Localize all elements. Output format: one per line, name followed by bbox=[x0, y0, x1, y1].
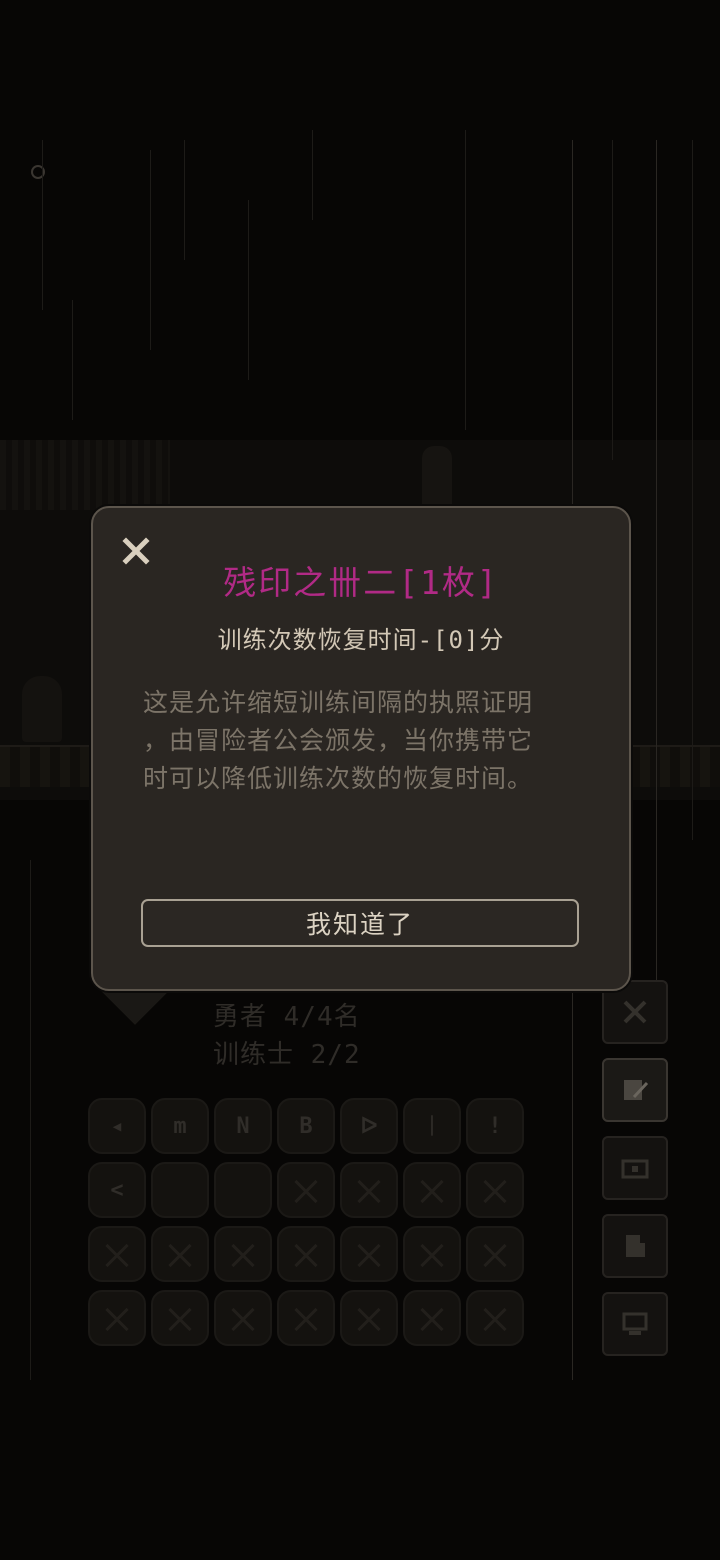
locked-slot bbox=[403, 1226, 461, 1282]
locked-slot bbox=[277, 1290, 335, 1346]
locked-slot bbox=[88, 1226, 146, 1282]
game-screen: 勇者 4/4名 训练士 2/2 ◂ m N B ᐅ ᛁ ! < 残印之卌二[1枚… bbox=[0, 0, 720, 1560]
locked-slot bbox=[277, 1226, 335, 1282]
description-line: 时可以降低训练次数的恢复时间。 bbox=[143, 764, 534, 793]
locked-slot bbox=[466, 1290, 524, 1346]
rain-streak bbox=[150, 150, 151, 350]
description-line: 这是允许缩短训练间隔的执照证明 bbox=[143, 688, 534, 717]
scene-roof bbox=[0, 440, 170, 510]
locked-slot bbox=[88, 1290, 146, 1346]
scene-statue bbox=[422, 446, 452, 510]
training-button[interactable] bbox=[602, 1058, 668, 1122]
records-button[interactable] bbox=[602, 1214, 668, 1278]
rain-streak bbox=[612, 140, 613, 460]
locked-slot bbox=[340, 1290, 398, 1346]
skill-slot[interactable]: N bbox=[214, 1098, 272, 1154]
skill-slot[interactable]: ᐅ bbox=[340, 1098, 398, 1154]
locked-slot bbox=[214, 1290, 272, 1346]
skill-grid: ◂ m N B ᐅ ᛁ ! < bbox=[88, 1098, 528, 1346]
skill-slot[interactable]: m bbox=[151, 1098, 209, 1154]
item-effect: 训练次数恢复时间-[0]分 bbox=[217, 626, 505, 654]
computer-monitor-icon bbox=[622, 1312, 648, 1335]
document-stack-icon bbox=[626, 1235, 645, 1257]
rain-streak bbox=[465, 130, 466, 430]
item-info-dialog: 残印之卌二[1枚] 训练次数恢复时间-[0]分 这是允许缩短训练间隔的执照证明 … bbox=[91, 506, 631, 991]
skill-slot[interactable]: < bbox=[88, 1162, 146, 1218]
locked-slot bbox=[466, 1162, 524, 1218]
skill-slot[interactable]: ᛁ bbox=[403, 1098, 461, 1154]
rain-streak bbox=[248, 200, 249, 380]
storage-button[interactable] bbox=[602, 1136, 668, 1200]
hero-count: 勇者 4/4名 bbox=[213, 1002, 361, 1032]
rain-streak bbox=[42, 140, 43, 310]
locked-slot bbox=[340, 1226, 398, 1282]
locked-slot bbox=[151, 1226, 209, 1282]
rain-streak bbox=[72, 300, 73, 420]
locked-slot bbox=[340, 1162, 398, 1218]
locked-slot bbox=[151, 1290, 209, 1346]
locked-slot bbox=[214, 1226, 272, 1282]
trainer-count: 训练士 2/2 bbox=[213, 1040, 361, 1070]
skill-slot[interactable]: B bbox=[277, 1098, 335, 1154]
scene-figure bbox=[22, 676, 62, 742]
skill-slot[interactable]: ◂ bbox=[88, 1098, 146, 1154]
rain-streak bbox=[184, 140, 185, 260]
locked-slot bbox=[466, 1226, 524, 1282]
description-line: ，由冒险者公会颁发，当你携带它 bbox=[143, 726, 534, 755]
scroll-quill-icon bbox=[624, 1080, 649, 1100]
rain-streak bbox=[312, 130, 313, 220]
crossed-swords-icon bbox=[623, 1000, 647, 1024]
rain-streak bbox=[692, 140, 693, 840]
rain-streak bbox=[656, 140, 657, 980]
locked-slot bbox=[277, 1162, 335, 1218]
confirm-button[interactable]: 我知道了 bbox=[141, 899, 579, 947]
skill-slot[interactable]: ! bbox=[466, 1098, 524, 1154]
system-button[interactable] bbox=[602, 1292, 668, 1356]
item-title: 残印之卌二[1枚] bbox=[223, 563, 499, 602]
treasure-chest-icon bbox=[621, 1159, 649, 1179]
empty-slot[interactable] bbox=[214, 1162, 272, 1218]
item-description: 这是允许缩短训练间隔的执照证明 ，由冒险者公会颁发，当你携带它 时可以降低训练次… bbox=[143, 684, 593, 798]
locked-slot bbox=[403, 1162, 461, 1218]
locked-slot bbox=[403, 1290, 461, 1346]
rain-streak bbox=[30, 860, 31, 1380]
empty-slot[interactable] bbox=[151, 1162, 209, 1218]
